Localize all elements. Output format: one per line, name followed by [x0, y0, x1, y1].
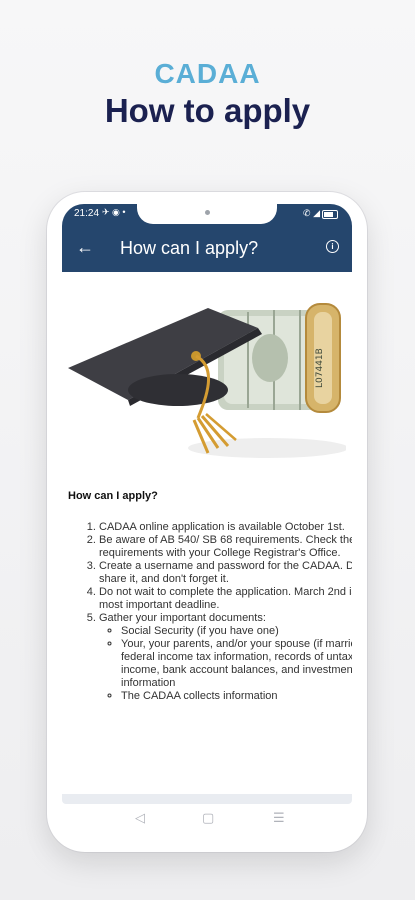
status-time: 21:24	[74, 208, 100, 219]
nav-recents-icon[interactable]: ☰	[273, 810, 285, 826]
system-nav-bar: ◁ ▢ ☰	[47, 804, 367, 834]
app-bar: ← How can I apply? i	[62, 224, 352, 272]
graduation-cap-money-image: L07441B	[68, 298, 346, 464]
documents-list: Social Security (if you have one) Your, …	[99, 625, 352, 703]
promo-title: How to apply	[104, 92, 311, 129]
nav-home-icon[interactable]: ▢	[202, 810, 214, 826]
article-content[interactable]: L07441B How can I apply? CADAA online ap…	[62, 272, 352, 794]
list-item: Social Security (if you have one)	[121, 625, 352, 638]
svg-text:L07441B: L07441B	[315, 348, 325, 388]
info-icon[interactable]: i	[326, 240, 339, 253]
status-notification-icons: ✈ ◉ •	[102, 207, 126, 217]
steps-list: CADAA online application is available Oc…	[68, 521, 352, 703]
list-item-label: Gather your important documents:	[99, 612, 266, 624]
status-signal-icons: ✆ ◢	[303, 208, 320, 218]
list-item: Do not wait to complete the application.…	[99, 586, 352, 612]
list-item: Create a username and password for the C…	[99, 560, 352, 586]
scroll-fade	[62, 780, 352, 794]
promo-kicker: CADAA	[154, 58, 261, 89]
camera-notch	[137, 204, 277, 224]
list-item: Be aware of AB 540/ SB 68 requirements. …	[99, 534, 352, 560]
list-item: Your, your parents, and/or your spouse (…	[121, 638, 352, 690]
section-heading: How can I apply?	[68, 490, 158, 502]
phone-frame: 21:24 ✈ ◉ • ✆ ◢ ← How can I apply? i L07…	[47, 192, 367, 852]
phone-screen: 21:24 ✈ ◉ • ✆ ◢ ← How can I apply? i L07…	[62, 204, 352, 804]
list-item: CADAA online application is available Oc…	[99, 521, 352, 534]
list-item: Gather your important documents: Social …	[99, 612, 352, 703]
bottom-overlay	[62, 794, 352, 804]
camera-icon	[205, 210, 210, 215]
arrow-back-icon[interactable]: ←	[76, 236, 94, 258]
battery-icon	[322, 210, 338, 219]
nav-back-icon[interactable]: ◁	[135, 810, 145, 826]
app-bar-title: How can I apply?	[120, 238, 259, 258]
list-item: The CADAA collects information	[121, 690, 352, 703]
status-bar: 21:24 ✈ ◉ • ✆ ◢	[62, 204, 352, 224]
